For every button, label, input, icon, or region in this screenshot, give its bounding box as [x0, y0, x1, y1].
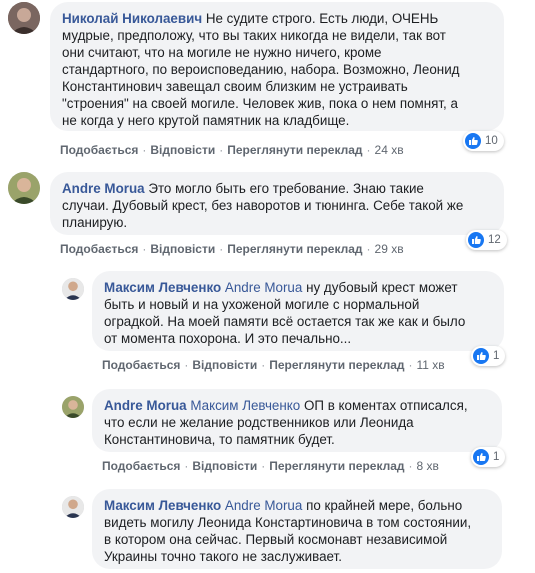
comment-text-line: они считают, что на могиле не нужно ниче… [62, 45, 382, 60]
separator: · [366, 143, 371, 157]
like-button[interactable]: Подобається [60, 242, 138, 256]
translate-button[interactable]: Переглянути переклад [269, 459, 404, 473]
translate-button[interactable]: Переглянути переклад [227, 242, 362, 256]
separator: · [366, 242, 371, 256]
timestamp[interactable]: 8 хв [417, 459, 439, 473]
separator: · [219, 242, 224, 256]
comment-text-line: по крайней мере, больно [306, 498, 463, 513]
comment-text-line: в котором она сейчас. Первый космонавт н… [104, 532, 448, 547]
separator: · [142, 242, 147, 256]
comment-actions: Подобається · Відповісти · Переглянути перек… [60, 143, 404, 157]
comment-text-line: мудрые, предположу, что вы таких никогда… [62, 28, 446, 43]
comment-text-line: оградкой. На моей памяти всё остается та… [104, 314, 466, 329]
reaction-count[interactable]: 1 [471, 346, 506, 366]
reaction-count[interactable]: 10 [463, 131, 504, 151]
like-count: 12 [488, 234, 501, 246]
translate-button[interactable]: Переглянути переклад [227, 143, 362, 157]
comment-text-line: ну дубовый крест может [306, 280, 458, 295]
separator: · [408, 459, 413, 473]
user-avatar-icon [8, 2, 40, 34]
user-avatar-icon [62, 496, 84, 518]
separator: · [408, 358, 413, 372]
like-button[interactable]: Подобається [102, 459, 180, 473]
mention-link[interactable]: Andre Morua [225, 280, 302, 295]
comment-author[interactable]: Максим Левченко [104, 498, 221, 513]
separator: · [184, 459, 189, 473]
comment-bubble: Максим Левченко Andre Morua по крайней м… [92, 489, 502, 569]
comment-text-line: видеть могилу Леонида Констартиновича в … [104, 515, 472, 530]
comment-actions: Подобається · Відповісти · Переглянути перек… [102, 459, 439, 473]
comment-author[interactable]: Andre Morua [104, 398, 187, 413]
like-button[interactable]: Подобається [102, 358, 180, 372]
comment-author[interactable]: Andre Morua [62, 181, 145, 196]
comment-author[interactable]: Николай Николаевич [62, 11, 202, 26]
separator: · [261, 358, 266, 372]
reply-button[interactable]: Відповісти [192, 459, 257, 473]
avatar[interactable] [62, 278, 84, 300]
timestamp[interactable]: 11 хв [417, 358, 445, 372]
separator: · [184, 358, 189, 372]
comment-text-line: Украины точно такого не заслуживает. [104, 549, 342, 564]
reply-button[interactable]: Відповісти [150, 143, 215, 157]
comment-actions: Подобається · Відповісти · Переглянути перек… [102, 358, 445, 372]
comment-text-line: Это могло быть его требование. Знаю таки… [148, 181, 424, 196]
user-avatar-icon [62, 396, 84, 418]
reply-button[interactable]: Відповісти [150, 242, 215, 256]
comment-text-line: "строения" на своей могиле. Человек жив,… [62, 96, 458, 111]
like-icon [465, 133, 481, 149]
separator: · [261, 459, 266, 473]
reaction-count[interactable]: 12 [466, 230, 507, 250]
separator: · [142, 143, 147, 157]
like-count: 1 [493, 350, 500, 362]
separator: · [219, 143, 224, 157]
like-count: 1 [493, 451, 500, 463]
user-avatar-icon [62, 278, 84, 300]
reply-button[interactable]: Відповісти [192, 358, 257, 372]
like-icon [473, 348, 489, 364]
comment-text-line: планирую. [62, 215, 128, 230]
avatar[interactable] [62, 496, 84, 518]
comment-bubble: Максим Левченко Andre Morua ну дубовый к… [92, 271, 504, 351]
like-button[interactable]: Подобається [60, 143, 138, 157]
comment-actions: Подобається · Відповісти · Переглянути перек… [60, 242, 404, 256]
reaction-count[interactable]: 1 [471, 447, 506, 467]
avatar[interactable] [8, 172, 40, 204]
user-avatar-icon [8, 172, 40, 204]
avatar[interactable] [62, 396, 84, 418]
timestamp[interactable]: 29 хв [375, 242, 404, 256]
comment-text-line: быть и новый и на ухоженой могиле с норм… [104, 297, 420, 312]
avatar[interactable] [8, 2, 40, 34]
like-icon [468, 232, 484, 248]
mention-link[interactable]: Максим Левченко [190, 398, 300, 413]
comment-text-line: Не судите строго. Есть люди, ОЧЕНЬ [205, 11, 439, 26]
comment-bubble: Andre Morua Максим Левченко ОП в комента… [92, 389, 502, 452]
comment-text-line: стандартного, по вероисповеданию, набора… [62, 62, 460, 77]
like-icon [473, 449, 489, 465]
like-count: 10 [485, 135, 498, 147]
timestamp[interactable]: 24 хв [375, 143, 404, 157]
comment-author[interactable]: Максим Левченко [104, 280, 221, 295]
translate-button[interactable]: Переглянути переклад [269, 358, 404, 372]
comment-text-line: не когда у него крутой памятник на кладб… [62, 113, 350, 128]
comment-text-line: что если не желание родственников или Ле… [104, 415, 414, 430]
comment-text-line: Константиновича, то памятник будет. [104, 432, 335, 447]
comment-bubble: Николай Николаевич Не судите строго. Ест… [50, 2, 504, 131]
comment-bubble: Andre Morua Это могло быть его требовани… [50, 172, 504, 235]
comment-text-line: Константинович завещал своим близким не … [62, 79, 408, 94]
mention-link[interactable]: Andre Morua [225, 498, 302, 513]
comment-text-line: случаи. Дубовый крест, без наворотов и т… [62, 198, 464, 213]
comment-text-line: от момента похорона. И это печально... [104, 331, 352, 346]
comment-text-line: ОП в коментах отписался, [303, 398, 468, 413]
